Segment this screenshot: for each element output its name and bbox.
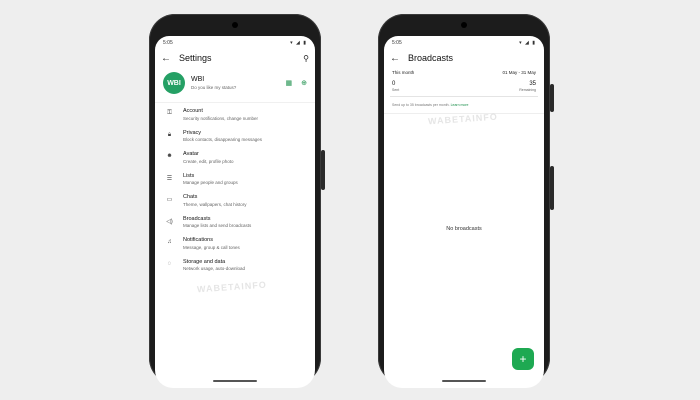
period-range: 01 May - 31 May [502, 70, 536, 75]
settings-item-account[interactable]: ⚿ Account Security notifications, change… [155, 103, 315, 125]
sent-label: Sent [392, 88, 400, 92]
power-button [550, 166, 554, 210]
home-indicator[interactable] [442, 380, 486, 382]
period-row: This month 01 May - 31 May [384, 68, 544, 77]
front-camera [461, 22, 467, 28]
search-icon[interactable]: ⚲ [303, 54, 309, 63]
profile-status: Do you like my status? [191, 85, 237, 90]
watermark: WABETAINFO [196, 279, 268, 295]
sent-block: 0 Sent [392, 81, 399, 92]
bell-icon: ♫ [167, 239, 172, 245]
phone-settings: 5:05 ▾ ◢ ▮ ← Settings ⚲ WBI WBI Do you l… [149, 14, 325, 388]
phone-broadcasts: 5:05 ▾ ◢ ▮ ← Broadcasts This month 01 Ma… [378, 14, 554, 388]
profile-row[interactable]: WBI WBI Do you like my status? ▦ ⊕ [155, 68, 315, 103]
remaining-count: 35 [529, 81, 536, 87]
power-button [321, 150, 325, 190]
broadcasts-screen: 5:05 ▾ ◢ ▮ ← Broadcasts This month 01 Ma… [384, 36, 544, 388]
back-arrow-icon[interactable]: ← [161, 53, 171, 64]
lock-icon: 🔒︎ [167, 131, 172, 138]
page-title: Broadcasts [408, 53, 454, 63]
page-title: Settings [179, 53, 212, 63]
limit-note-text: Send up to 35 broadcasts per month. [392, 103, 450, 107]
status-bar: 5:05 ▾ ◢ ▮ [155, 38, 315, 48]
app-bar: ← Broadcasts [384, 48, 544, 68]
item-label: Lists [183, 172, 195, 179]
qr-code-icon[interactable]: ▦ [286, 79, 293, 87]
item-label: Privacy [183, 129, 202, 136]
chat-icon: ▭ [166, 197, 173, 203]
item-subtitle: Message, group & call tones [183, 244, 240, 250]
settings-item-broadcasts[interactable]: ◁) Broadcasts Manage lists and send broa… [155, 211, 315, 233]
item-label: Avatar [183, 151, 199, 157]
settings-item-avatar[interactable]: ☻ Avatar Create, edit, profile photo [155, 146, 315, 168]
remaining-label: Remaining [519, 88, 536, 92]
item-label: Notifications [183, 237, 213, 243]
status-time: 5:05 [392, 40, 402, 46]
settings-screen: 5:05 ▾ ◢ ▮ ← Settings ⚲ WBI WBI Do you l… [155, 36, 315, 388]
add-circle-icon[interactable]: ⊕ [301, 79, 307, 87]
back-arrow-icon[interactable]: ← [390, 53, 400, 64]
period-label: This month [392, 70, 415, 75]
settings-item-privacy[interactable]: 🔒︎ Privacy Block contacts, disappearing … [155, 125, 315, 147]
settings-item-storage[interactable]: ◌ Storage and data Network usage, auto-d… [155, 254, 315, 276]
app-bar: ← Settings ⚲ [155, 48, 315, 68]
volume-button [550, 84, 554, 112]
item-subtitle: Security notifications, change number [183, 115, 259, 121]
item-label: Chats [183, 194, 198, 200]
avatar-icon: ☻ [166, 153, 173, 159]
item-subtitle: Manage lists and send broadcasts [183, 223, 252, 228]
settings-item-lists[interactable]: ☰ Lists Manage people and groups [155, 168, 315, 190]
settings-item-chats[interactable]: ▭ Chats Theme, wallpapers, chat history [155, 189, 315, 211]
settings-item-notifications[interactable]: ♫ Notifications Message, group & call to… [155, 232, 315, 254]
item-subtitle: Manage people and groups [183, 180, 238, 185]
new-broadcast-button[interactable]: + [512, 348, 534, 370]
status-time: 5:05 [163, 40, 173, 46]
key-icon: ⚿ [167, 110, 172, 116]
item-subtitle: Create, edit, profile photo [183, 158, 234, 164]
status-icons: ▾ ◢ ▮ [519, 40, 536, 46]
profile-name: WBI [191, 76, 205, 83]
avatar[interactable]: WBI [163, 72, 185, 94]
lists-icon: ☰ [166, 175, 173, 182]
front-camera [232, 22, 238, 28]
item-label: Broadcasts [183, 215, 211, 222]
status-bar: 5:05 ▾ ◢ ▮ [384, 38, 544, 48]
usage-card: 0 Sent 35 Remaining [390, 79, 538, 97]
status-icons: ▾ ◢ ▮ [290, 40, 307, 46]
remaining-block: 35 Remaining [519, 81, 536, 92]
empty-state-text: No broadcasts [446, 226, 482, 232]
item-label: Storage and data [183, 258, 226, 265]
item-label: Account [183, 108, 203, 114]
item-subtitle: Theme, wallpapers, chat history [183, 201, 247, 207]
sent-count: 0 [392, 81, 396, 87]
storage-icon: ◌ [167, 260, 172, 267]
item-subtitle: Network usage, auto-download [183, 266, 246, 271]
limit-note: Send up to 35 broadcasts per month. Lear… [384, 97, 544, 114]
broadcast-icon: ◁) [166, 218, 173, 225]
home-indicator[interactable] [213, 380, 257, 382]
profile-info: WBI Do you like my status? [191, 76, 277, 90]
item-subtitle: Block contacts, disappearing messages [183, 137, 263, 142]
learn-more-link[interactable]: Learn more [451, 103, 469, 107]
